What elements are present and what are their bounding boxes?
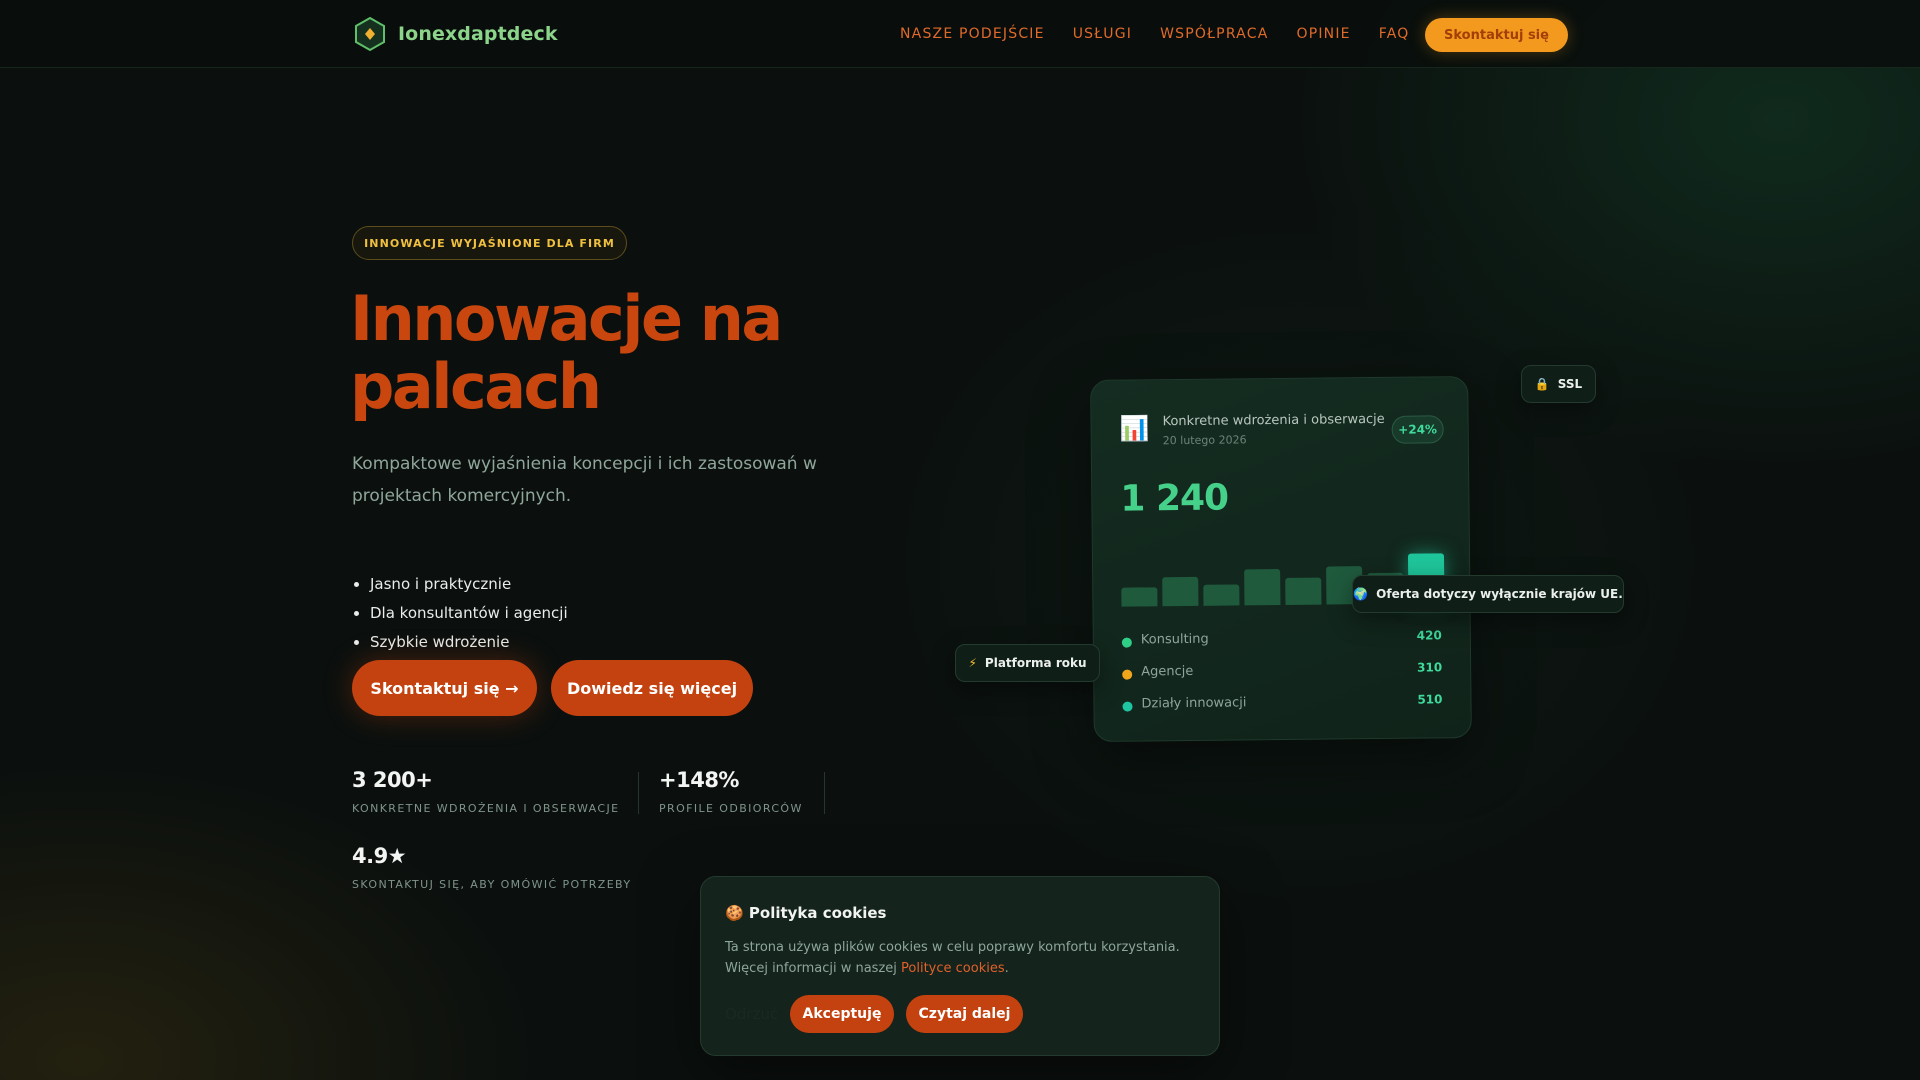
card-title: Konkretne wdrożenia i obserwacje (1162, 411, 1385, 430)
chip-label: SSL (1557, 377, 1583, 391)
learn-more-button[interactable]: Dowiedz się więcej (551, 660, 753, 716)
legend-row: Agencje 310 (1122, 660, 1442, 680)
dashboard-card: 📊 Konkretne wdrożenia i obserwacje 20 lu… (1090, 376, 1472, 742)
nav-link-nasze-podejscie[interactable]: NASZE PODEJŚCIE (900, 26, 1045, 42)
nav-link-opinie[interactable]: OPINIE (1296, 26, 1350, 42)
stat-deployments: 3 200+ KONKRETNE WDROŻENIA I OBSERWACJE (352, 768, 620, 815)
stat-label: KONKRETNE WDROŻENIA I OBSERWACJE (352, 802, 620, 815)
hero-badge: INNOWACJE WYJAŚNIONE DLA FIRM (352, 226, 627, 260)
cookie-policy-link[interactable]: Polityce cookies (901, 961, 1005, 976)
ssl-chip: 🔒 SSL (1521, 365, 1596, 403)
cookie-banner: 🍪 Polityka cookies Ta strona używa plikó… (700, 876, 1220, 1056)
legend-row: Konsulting 420 (1121, 628, 1442, 648)
bullet-item: Jasno i praktycznie (370, 570, 568, 599)
chart-bar (1203, 584, 1240, 606)
stat-audience: +148% PROFILE ODBIORCÓW (659, 768, 803, 815)
cookie-accept-button[interactable]: Akceptuję (790, 995, 894, 1033)
legend-label: Agencje (1141, 663, 1194, 680)
header-contact-button[interactable]: Skontaktuj się (1425, 18, 1568, 52)
brand-name: Ionexdaptdeck (398, 23, 558, 45)
change-badge: +24% (1391, 415, 1444, 444)
stat-label: PROFILE ODBIORCÓW (659, 802, 803, 815)
contact-button[interactable]: Skontaktuj się → (352, 660, 537, 716)
site-header: Ionexdaptdeck NASZE PODEJŚCIE USŁUGI WSP… (0, 0, 1920, 68)
chart-bar (1162, 576, 1199, 607)
cookie-text: Ta strona używa plików cookies w celu po… (725, 937, 1205, 979)
brand-logo[interactable]: Ionexdaptdeck (352, 16, 558, 52)
card-date: 20 lutego 2026 (1162, 433, 1247, 448)
chart-bar (1285, 577, 1322, 605)
legend-dot (1121, 637, 1132, 648)
chip-label: Platforma roku (984, 656, 1087, 670)
legend-dot (1122, 669, 1133, 680)
lock-icon: 🔒 (1534, 377, 1550, 391)
chip-label: Oferta dotyczy wyłącznie krajów UE. (1376, 587, 1623, 601)
hero-bullet-list: Jasno i praktycznie Dla konsultantów i a… (370, 570, 568, 657)
lightning-icon: ⚡ (968, 656, 977, 670)
cookie-text-end: . (1004, 961, 1009, 976)
stat-value: +148% (659, 768, 739, 792)
chart-bar (1244, 569, 1281, 606)
globe-icon: 🌍 (1353, 587, 1369, 601)
chart-bar (1121, 587, 1158, 607)
stat-label: SKONTAKTUJ SIĘ, ABY OMÓWIĆ POTRZEBY (352, 878, 632, 891)
bullet-item: Dla konsultantów i agencji (370, 599, 568, 628)
legend-value: 310 (1417, 660, 1443, 675)
stat-rating: 4.9★ SKONTAKTUJ SIĘ, ABY OMÓWIĆ POTRZEBY (352, 844, 632, 891)
stat-value: 4.9★ (352, 844, 407, 868)
cookie-read-more-button[interactable]: Czytaj dalej (906, 995, 1023, 1033)
bar-chart-icon: 📊 (1119, 414, 1150, 443)
stat-value: 3 200+ (352, 768, 433, 792)
legend-row: Działy innowacji 510 (1122, 692, 1443, 712)
legend-dot (1122, 701, 1133, 712)
main-nav: NASZE PODEJŚCIE USŁUGI WSPÓŁPRACA OPINIE… (900, 0, 1409, 68)
card-total: 1 240 (1120, 477, 1229, 520)
legend-value: 420 (1416, 628, 1442, 643)
legend-label: Działy innowacji (1141, 695, 1247, 712)
cookie-reject-button[interactable]: Odrzuć (725, 1005, 778, 1023)
stat-divider (638, 772, 639, 814)
eu-chip: 🌍 Oferta dotyczy wyłącznie krajów UE. (1352, 575, 1624, 613)
platform-chip: ⚡ Platforma roku (955, 644, 1100, 682)
legend-label: Konsulting (1140, 631, 1209, 648)
cookie-title: 🍪 Polityka cookies (725, 904, 887, 922)
bullet-item: Szybkie wdrożenie (370, 628, 568, 657)
hero-title: Innowacje na palcach (350, 282, 783, 423)
hexagon-logo-icon (355, 16, 385, 52)
legend-value: 510 (1417, 692, 1443, 707)
stat-divider (824, 772, 825, 814)
nav-link-faq[interactable]: FAQ (1379, 26, 1410, 42)
hero-subtitle: Kompaktowe wyjaśnienia koncepcji i ich z… (352, 454, 817, 506)
nav-link-wspolpraca[interactable]: WSPÓŁPRACA (1160, 26, 1268, 42)
nav-link-uslugi[interactable]: USŁUGI (1073, 26, 1132, 42)
